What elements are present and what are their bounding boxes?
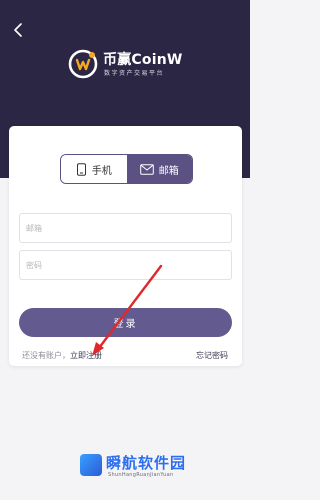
login-screen: 币赢CoinW 数字资产交易平台 手机 邮箱 邮箱 登录 还没有账户，立即注册 … (0, 0, 250, 500)
coinw-logo-icon (68, 49, 98, 79)
brand-name: 币赢CoinW (103, 52, 183, 68)
brand: 币赢CoinW 数字资产交易平台 (68, 46, 198, 86)
watermark-subtitle: ShunHangRuanJianYuan (108, 472, 174, 478)
email-field[interactable] (20, 214, 231, 242)
tab-phone[interactable]: 手机 (61, 155, 127, 183)
tab-email[interactable]: 邮箱 (126, 155, 192, 183)
phone-icon (76, 162, 86, 176)
chevron-left-icon (14, 23, 22, 37)
login-button[interactable]: 登录 (19, 308, 232, 337)
login-card: 手机 邮箱 登录 (9, 126, 242, 366)
email-field-wrapper (19, 213, 232, 243)
register-link[interactable]: 立即注册 (70, 351, 102, 360)
mail-icon (139, 163, 154, 175)
forgot-password-link[interactable]: 忘记密码 (196, 350, 228, 361)
no-account-text: 还没有账户，立即注册 (22, 350, 102, 361)
no-account-label: 还没有账户， (22, 351, 70, 360)
login-method-tabs: 手机 邮箱 (60, 154, 193, 184)
tab-email-label: 邮箱 (158, 165, 179, 177)
account-links: 还没有账户，立即注册 忘记密码 (22, 350, 228, 362)
password-field-wrapper (19, 250, 232, 280)
watermark-logo-icon (80, 454, 102, 476)
watermark-title: 瞬航软件园 (106, 454, 187, 472)
watermark: 瞬航软件园 ShunHangRuanJianYuan (80, 450, 230, 490)
tab-phone-label: 手机 (91, 165, 112, 177)
brand-tagline: 数字资产交易平台 (104, 70, 165, 77)
password-field[interactable] (20, 251, 231, 279)
back-button[interactable] (10, 20, 28, 40)
